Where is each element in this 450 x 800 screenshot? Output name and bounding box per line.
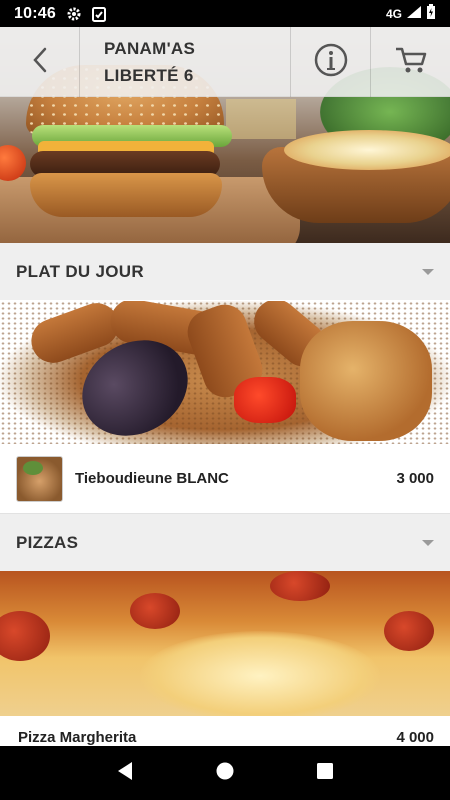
checklist-icon	[91, 6, 106, 22]
app-header: PANAM'AS LIBERTÉ 6	[0, 27, 450, 97]
restaurant-title: PANAM'AS LIBERTÉ 6	[80, 27, 290, 96]
menu-item-name: Tieboudieune BLANC	[75, 470, 229, 487]
section-banner-image	[0, 301, 450, 444]
info-button[interactable]	[290, 27, 370, 97]
menu-item-price: 3 000	[396, 470, 434, 487]
restaurant-name: PANAM'AS	[104, 38, 196, 58]
menu-item-name: Pizza Margherita	[18, 729, 137, 746]
section-title: PLAT DU JOUR	[16, 261, 144, 281]
battery-icon	[426, 4, 436, 23]
menu-item-row[interactable]: Tieboudieune BLANC 3 000	[0, 444, 450, 514]
app-screen: 10:46 4G PANAM'AS LIBERTÉ 6 PLAT DU JOUR…	[0, 0, 450, 800]
status-time: 10:46	[14, 4, 56, 22]
restaurant-hero-image: PANAM'AS LIBERTÉ 6	[0, 27, 450, 243]
square-recents-icon	[316, 762, 334, 785]
cart-button[interactable]	[370, 27, 450, 97]
nav-recents-button[interactable]	[305, 753, 345, 793]
menu-item-row[interactable]: Pizza Margherita 4 000	[0, 716, 450, 746]
cart-icon	[394, 45, 428, 80]
gear-icon	[66, 6, 82, 22]
caret-down-icon	[422, 539, 434, 546]
restaurant-location: LIBERTÉ 6	[104, 65, 194, 85]
info-circle-icon	[314, 43, 348, 82]
menu-item-thumbnail	[16, 455, 63, 502]
back-button[interactable]	[0, 27, 80, 97]
nav-home-button[interactable]	[205, 753, 245, 793]
section-banner-image	[0, 571, 450, 716]
circle-home-icon	[215, 761, 235, 786]
section-title: PIZZAS	[16, 532, 79, 552]
network-label: 4G	[385, 6, 402, 21]
caret-down-icon	[422, 268, 434, 275]
triangle-back-icon	[116, 761, 134, 786]
system-nav-bar	[0, 746, 450, 800]
signal-icon	[406, 5, 422, 22]
section-header-pizzas[interactable]: PIZZAS	[0, 514, 450, 571]
nav-back-button[interactable]	[105, 753, 145, 793]
chevron-left-icon	[31, 46, 49, 79]
menu-item-price: 4 000	[396, 729, 434, 746]
status-bar: 10:46 4G	[0, 0, 450, 27]
section-header-plat-du-jour[interactable]: PLAT DU JOUR	[0, 243, 450, 300]
